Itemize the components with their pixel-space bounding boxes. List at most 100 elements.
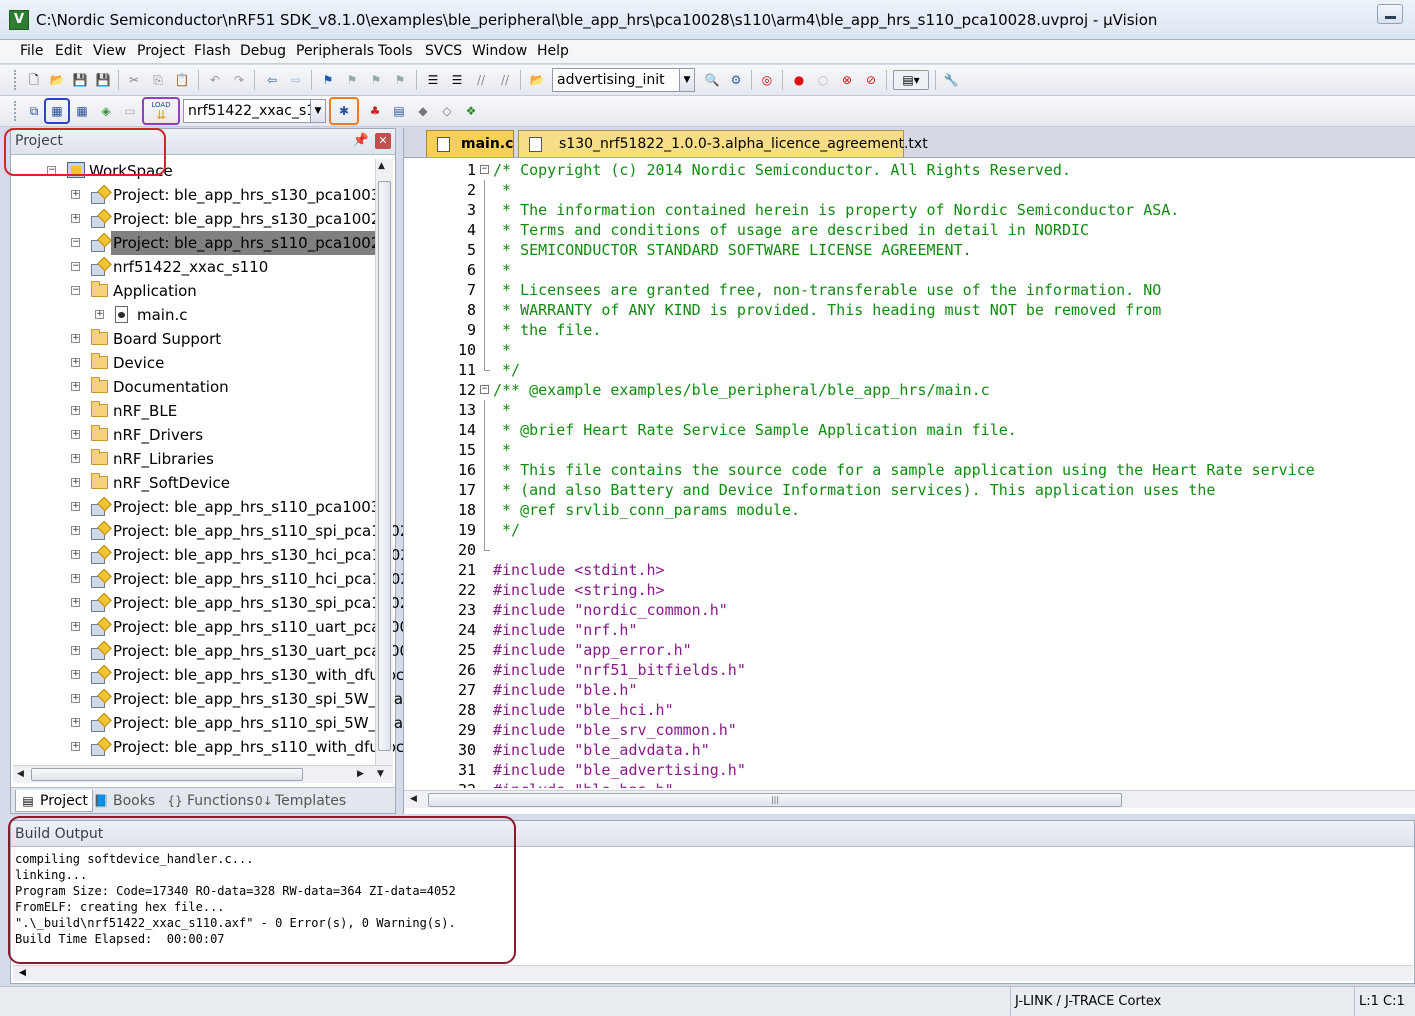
new-file-icon[interactable]: 🗋 <box>24 70 44 90</box>
options-for-target-icon[interactable]: ✱ <box>329 97 359 125</box>
menu-svcs[interactable]: SVCS <box>425 43 462 59</box>
collapse-icon[interactable]: − <box>71 238 80 247</box>
editor-scroll-left-icon[interactable]: ◀ <box>410 794 417 804</box>
save-all-icon[interactable]: 💾 <box>93 70 113 90</box>
incremental-find-icon[interactable]: ⚙ <box>726 70 746 90</box>
open-file-icon[interactable]: 📂 <box>47 70 67 90</box>
tree-item[interactable]: + nRF_Libraries <box>11 447 373 471</box>
build-icon[interactable]: ▦ <box>44 98 70 124</box>
kill-all-breakpoints-icon[interactable]: ⊘ <box>861 70 881 90</box>
scroll-right-icon[interactable]: ▶ <box>357 769 364 779</box>
tree-item[interactable]: + nRF_BLE <box>11 399 373 423</box>
minimize-button[interactable] <box>1377 4 1403 24</box>
menu-window[interactable]: Window <box>472 43 527 59</box>
tree-item[interactable]: − nrf51422_xxac_s110 <box>11 255 373 279</box>
code-editor[interactable]: 1−/* Copyright (c) 2014 Nordic Semicondu… <box>404 158 1415 788</box>
unindent-icon[interactable]: ☰ <box>447 70 467 90</box>
scroll-up-icon[interactable]: ▲ <box>378 161 385 171</box>
scroll-left-icon[interactable]: ◀ <box>17 769 24 779</box>
manage-project-items-icon[interactable]: ♣ <box>365 101 385 121</box>
debug-session-icon[interactable]: ◎ <box>757 70 777 90</box>
tree-item[interactable]: + nRF_Drivers <box>11 423 373 447</box>
tree-item[interactable]: + Project: ble_app_hrs_s110_hci_pca10028 <box>11 567 419 591</box>
pane-tab-books[interactable]: 📘 Books <box>89 790 159 812</box>
find-icon[interactable]: 🔍 <box>702 70 722 90</box>
expand-icon[interactable]: + <box>71 694 80 703</box>
stop-build-icon[interactable]: ▭ <box>120 101 140 121</box>
rebuild-icon[interactable]: ▦ <box>72 101 92 121</box>
menu-tools[interactable]: Tools <box>378 43 413 59</box>
tree-item[interactable]: + Project: ble_app_hrs_s110_uart_pca10028 <box>11 615 428 639</box>
tree-item[interactable]: − Application <box>11 279 373 303</box>
window-layout-icon[interactable]: ▤▾ <box>893 70 929 90</box>
expand-icon[interactable]: + <box>71 742 80 751</box>
comment-icon[interactable]: // <box>471 70 491 90</box>
expand-icon[interactable]: + <box>71 718 80 727</box>
target-select-dropdown-icon[interactable]: ▼ <box>310 99 326 123</box>
scroll-down-corner-icon[interactable]: ▼ <box>377 769 384 779</box>
copy-icon[interactable]: ⎘ <box>148 70 168 90</box>
cut-icon[interactable]: ✂ <box>124 70 144 90</box>
tree-item[interactable]: + Device <box>11 351 373 375</box>
tree-item[interactable]: + Project: ble_app_hrs_s130_hci_pca10028 <box>11 543 419 567</box>
project-vertical-scrollbar[interactable]: ▲ ▼ <box>375 159 393 779</box>
manage-run-time-icon[interactable]: ❖ <box>461 101 481 121</box>
pane-tab-templates[interactable]: 0↓ Templates <box>251 790 350 812</box>
indent-icon[interactable]: ☰ <box>423 70 443 90</box>
expand-icon[interactable]: + <box>71 214 80 223</box>
tree-item[interactable]: + nRF_SoftDevice <box>11 471 373 495</box>
tree-item[interactable]: + Project: ble_app_hrs_s130_pca10031 <box>11 183 390 207</box>
tree-item[interactable]: + Documentation <box>11 375 373 399</box>
disable-all-breakpoints-icon[interactable]: ⊗ <box>837 70 857 90</box>
menu-file[interactable]: File <box>20 43 43 59</box>
tree-item[interactable]: + Project: ble_app_hrs_s110_pca10031 <box>11 495 390 519</box>
file-extensions-icon[interactable]: ▤ <box>389 101 409 121</box>
collapse-icon[interactable]: − <box>71 262 80 271</box>
project-horizontal-scrollbar[interactable]: ◀ ▶ ▼ <box>13 765 393 783</box>
pane-tab-functions[interactable]: {} Functions <box>163 790 258 812</box>
editor-horizontal-scrollbar[interactable]: ◀ ||| <box>404 790 1415 808</box>
editor-h-scroll-thumb[interactable]: ||| <box>428 793 1122 807</box>
pin-icon[interactable]: 📌 <box>353 133 369 148</box>
tab-licence-agreement[interactable]: s130_nrf51822_1.0.0-3.alpha_licence_agre… <box>518 130 928 157</box>
tab-main-c[interactable]: main.c <box>426 130 514 157</box>
undo-icon[interactable]: ↶ <box>205 70 225 90</box>
expand-icon[interactable]: + <box>71 598 80 607</box>
tree-item[interactable]: + Project: ble_app_hrs_s130_with_dfu_pca1… <box>11 663 442 687</box>
menu-edit[interactable]: Edit <box>55 43 82 59</box>
find-combo[interactable]: advertising_init <box>552 68 680 92</box>
fold-collapse-icon[interactable]: − <box>480 385 489 394</box>
expand-icon[interactable]: + <box>71 406 80 415</box>
expand-icon[interactable]: + <box>71 622 80 631</box>
tree-item[interactable]: + Project: ble_app_hrs_s130_spi_pca10028 <box>11 591 419 615</box>
expand-icon[interactable]: + <box>71 334 80 343</box>
expand-icon[interactable]: + <box>71 430 80 439</box>
prev-bookmark-icon[interactable]: ⚑ <box>342 70 362 90</box>
menu-peripherals[interactable]: Peripherals <box>296 43 374 59</box>
expand-icon[interactable]: + <box>71 526 80 535</box>
fold-collapse-icon[interactable]: − <box>480 165 489 174</box>
paste-icon[interactable]: 📋 <box>172 70 192 90</box>
translate-icon[interactable]: ⧉ <box>24 101 44 121</box>
tree-item[interactable]: + Project: ble_app_hrs_s110_with_dfu_pca1… <box>11 735 442 759</box>
next-bookmark-icon[interactable]: ⚑ <box>366 70 386 90</box>
menu-project[interactable]: Project <box>137 43 185 59</box>
expand-icon[interactable]: + <box>71 190 80 199</box>
redo-icon[interactable]: ↷ <box>229 70 249 90</box>
toolbar-grip[interactable] <box>14 70 17 90</box>
close-icon[interactable]: ✕ <box>375 133 391 149</box>
expand-icon[interactable]: + <box>71 550 80 559</box>
target-select[interactable]: nrf51422_xxac_s110 <box>183 99 311 123</box>
h-scroll-thumb[interactable] <box>31 768 303 781</box>
expand-icon[interactable]: + <box>71 358 80 367</box>
expand-icon[interactable]: + <box>71 502 80 511</box>
scroll-thumb[interactable] <box>378 181 391 751</box>
batch-build-icon[interactable]: ◈ <box>96 101 116 121</box>
find-combo-dropdown-icon[interactable]: ▼ <box>679 68 695 92</box>
expand-icon[interactable]: + <box>71 646 80 655</box>
breakpoint-icon[interactable]: ● <box>789 70 809 90</box>
build-output-scrollbar[interactable]: ◀ <box>13 965 1413 981</box>
tree-item[interactable]: + Project: ble_app_hrs_s130_uart_pca10028 <box>11 639 428 663</box>
menu-help[interactable]: Help <box>537 43 569 59</box>
bookmark-icon[interactable]: ⚑ <box>318 70 338 90</box>
